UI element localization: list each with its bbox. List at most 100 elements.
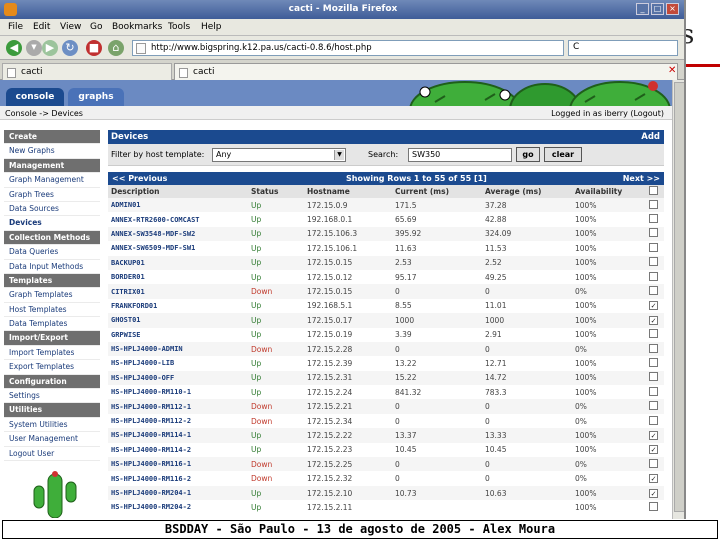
row-select-cell[interactable] (646, 212, 664, 227)
sidebar-item[interactable]: User Management (4, 432, 100, 447)
sidebar-item[interactable]: Settings (4, 389, 100, 404)
checkbox-icon[interactable] (649, 257, 658, 267)
close-icon[interactable]: × (666, 3, 679, 15)
browser-tab-1[interactable]: cacti (2, 63, 172, 80)
checkbox-icon[interactable] (649, 228, 658, 238)
sidebar-item[interactable]: Export Templates (4, 360, 100, 375)
device-description[interactable]: BORDER01 (108, 269, 248, 285)
url-field[interactable]: http://www.bigspring.k12.pa.us/cacti-0.8… (132, 40, 564, 56)
sidebar-item[interactable]: Data Queries (4, 245, 100, 260)
row-select-cell[interactable] (646, 327, 664, 342)
column-header-average[interactable]: Average (ms) (482, 185, 572, 198)
device-description[interactable]: HS-HPLJ4000-RM204-1 (108, 485, 248, 501)
device-description[interactable]: CITRIX01 (108, 284, 248, 299)
row-select-cell[interactable] (646, 457, 664, 472)
checked-checkbox-icon[interactable]: ✓ (649, 488, 658, 498)
previous-page-link[interactable]: << Previous (112, 174, 167, 183)
browser-tab-2[interactable]: cacti (174, 63, 678, 80)
add-device-link[interactable]: Add (641, 132, 660, 142)
forward-icon[interactable]: ▶ (42, 40, 58, 56)
checkbox-icon[interactable] (649, 329, 658, 339)
search-input[interactable]: SW350 (408, 148, 512, 162)
device-description[interactable]: FRANKFORD01 (108, 298, 248, 314)
menu-edit[interactable]: Edit (33, 22, 50, 32)
row-select-cell[interactable] (646, 385, 664, 400)
row-select-cell[interactable] (646, 370, 664, 386)
checked-checkbox-icon[interactable]: ✓ (649, 445, 658, 455)
go-button[interactable]: go (516, 147, 540, 162)
device-description[interactable]: HS-HPLJ4000-RM204-2 (108, 500, 248, 515)
column-header-description[interactable]: Description (108, 185, 248, 198)
checkbox-icon[interactable] (649, 357, 658, 367)
stop-icon[interactable]: ■ (86, 40, 102, 56)
vertical-scrollbar[interactable] (672, 80, 684, 519)
checkbox-icon[interactable] (649, 343, 658, 353)
checkbox-icon[interactable] (649, 186, 658, 195)
device-description[interactable]: HS-HPLJ4000-ADMIN (108, 341, 248, 357)
checkbox-icon[interactable] (649, 242, 658, 252)
device-description[interactable]: ANNEX-SW6509-MDF-SW1 (108, 241, 248, 256)
row-select-cell[interactable]: ✓ (646, 485, 664, 501)
row-select-cell[interactable] (646, 241, 664, 256)
checked-checkbox-icon[interactable]: ✓ (649, 430, 658, 440)
row-select-cell[interactable]: ✓ (646, 442, 664, 458)
row-select-cell[interactable] (646, 226, 664, 242)
checkbox-icon[interactable] (649, 286, 658, 296)
menu-view[interactable]: View (60, 22, 81, 32)
menu-go[interactable]: Go (90, 22, 102, 32)
device-description[interactable]: HS-HPLJ4000-LIB (108, 356, 248, 371)
scrollbar-thumb[interactable] (674, 82, 684, 512)
checked-checkbox-icon[interactable]: ✓ (649, 474, 658, 484)
device-description[interactable]: BACKUP01 (108, 255, 248, 270)
row-select-cell[interactable] (646, 341, 664, 357)
device-description[interactable]: HS-HPLJ4000-RM110-1 (108, 385, 248, 400)
sidebar-item[interactable]: Devices (4, 216, 100, 231)
sidebar-item[interactable]: Graph Trees (4, 188, 100, 202)
maximize-icon[interactable]: □ (651, 3, 664, 15)
column-header-status[interactable]: Status (248, 185, 304, 198)
back-icon[interactable]: ◀ (6, 40, 22, 56)
row-select-cell[interactable] (646, 284, 664, 299)
close-tab-icon[interactable]: ✕ (668, 65, 676, 76)
next-page-link[interactable]: Next >> (623, 174, 660, 183)
row-select-cell[interactable]: ✓ (646, 471, 664, 486)
device-description[interactable]: GRPWISE (108, 327, 248, 342)
menu-help[interactable]: Help (201, 22, 222, 32)
tab-graphs[interactable]: graphs (68, 88, 124, 106)
sidebar-item[interactable]: Data Sources (4, 202, 100, 217)
row-select-cell[interactable]: ✓ (646, 313, 664, 328)
menu-bookmarks[interactable]: Bookmarks (112, 22, 162, 32)
checkbox-icon[interactable] (649, 199, 658, 209)
row-select-cell[interactable] (646, 413, 664, 429)
browser-search-field[interactable]: C (568, 40, 678, 56)
device-description[interactable]: HS-HPLJ4000-RM114-2 (108, 442, 248, 458)
column-header-current[interactable]: Current (ms) (392, 185, 482, 198)
row-select-cell[interactable]: ✓ (646, 298, 664, 314)
device-description[interactable]: ADMIN01 (108, 198, 248, 213)
sidebar-item[interactable]: Logout User (4, 447, 100, 461)
sidebar-item[interactable]: Host Templates (4, 303, 100, 318)
checkbox-icon[interactable] (649, 271, 658, 281)
checkbox-icon[interactable] (649, 372, 658, 382)
sidebar-item[interactable]: System Utilities (4, 418, 100, 433)
login-status[interactable]: Logged in as iberry (Logout) (551, 109, 664, 118)
sidebar-item[interactable]: New Graphs (4, 144, 100, 159)
checkbox-icon[interactable] (649, 415, 658, 425)
checkbox-icon[interactable] (649, 458, 658, 468)
back-dropdown-icon[interactable]: ▼ (26, 40, 42, 56)
checkbox-icon[interactable] (649, 501, 658, 511)
checked-checkbox-icon[interactable]: ✓ (649, 301, 658, 311)
row-select-cell[interactable] (646, 255, 664, 270)
select-all-checkbox[interactable] (646, 185, 664, 198)
row-select-cell[interactable] (646, 198, 664, 213)
minimize-icon[interactable]: _ (636, 3, 649, 15)
checkbox-icon[interactable] (649, 401, 658, 411)
clear-button[interactable]: clear (544, 147, 582, 162)
device-description[interactable]: HS-HPLJ4000-RM112-1 (108, 399, 248, 414)
checked-checkbox-icon[interactable]: ✓ (649, 315, 658, 325)
checkbox-icon[interactable] (649, 386, 658, 396)
row-select-cell[interactable] (646, 269, 664, 285)
device-description[interactable]: HS-HPLJ4000-OFF (108, 370, 248, 386)
menu-file[interactable]: File (8, 22, 23, 32)
sidebar-item[interactable]: Data Templates (4, 317, 100, 332)
